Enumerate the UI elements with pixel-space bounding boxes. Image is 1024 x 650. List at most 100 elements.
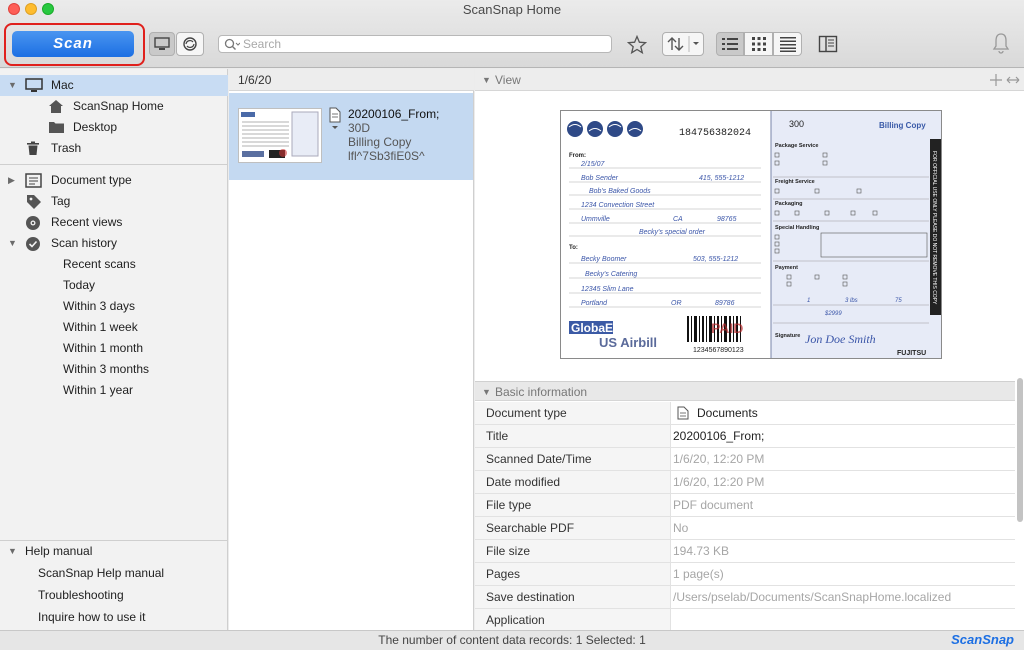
barcode-number: 1234567890123 <box>693 347 744 354</box>
document-file-icon <box>329 107 341 129</box>
notification-bell-icon[interactable] <box>991 32 1011 54</box>
info-value: /Users/pselab/Documents/ScanSnapHome.loc… <box>673 590 952 604</box>
thumbnail-view-icon <box>751 37 766 51</box>
info-row-scanned-date: Scanned Date/Time 1/6/20, 12:20 PM <box>475 448 1015 471</box>
computer-icon <box>154 37 170 50</box>
sidebar-item-inquire[interactable]: Inquire how to use it <box>0 607 228 628</box>
cloud-view-button[interactable] <box>176 32 204 56</box>
thumbnail-view-button[interactable] <box>744 32 773 56</box>
info-row-file-size: File size 194.73 KB <box>475 540 1015 563</box>
to-label: To: <box>569 245 578 251</box>
scan-button[interactable]: Scan <box>12 31 134 57</box>
title-bar: ScanSnap Home Scan <box>0 0 1024 68</box>
sidebar-divider <box>0 164 228 165</box>
sidebar-item-label: Desktop <box>73 120 118 134</box>
sidebar-item-troubleshooting[interactable]: Troubleshooting <box>0 585 228 606</box>
document-preview[interactable]: 184756382024 300 Billing Copy From: 2/15… <box>475 91 1024 379</box>
home-icon <box>49 100 63 113</box>
sidebar-item-scansnap-help-manual[interactable]: ScanSnap Help manual <box>0 563 228 584</box>
total-value: 75 <box>895 298 902 304</box>
tag-icon <box>27 195 41 209</box>
disclosure-triangle-icon[interactable]: ▼ <box>8 233 17 254</box>
view-header[interactable]: ▼ View <box>475 69 1024 91</box>
document-list-icon <box>25 173 42 188</box>
sidebar-item-tag[interactable]: Tag <box>0 191 228 212</box>
sidebar-item-label: Tag <box>51 194 71 208</box>
sidebar-item-label: ScanSnap Home <box>73 99 164 113</box>
sidebar-item-help-manual[interactable]: ▼ Help manual <box>0 541 228 562</box>
fujitsu-logo: FUJITSU <box>897 350 926 357</box>
sidebar-item-label: Within 3 months <box>63 362 150 376</box>
panel-icon[interactable] <box>818 34 838 54</box>
computer-icon <box>25 78 43 92</box>
info-value: 1/6/20, 12:20 PM <box>673 452 765 466</box>
sidebar-item-recent-views[interactable]: Recent views <box>0 212 228 233</box>
basic-info-header[interactable]: ▼ Basic information <box>475 381 1015 401</box>
from-name: Bob Sender <box>581 175 619 182</box>
sidebar-item-within-1-year[interactable]: Within 1 year <box>0 380 228 401</box>
star-icon[interactable] <box>627 35 647 55</box>
sidebar-item-label: Recent views <box>51 215 123 229</box>
window-title: ScanSnap Home <box>462 2 562 17</box>
sidebar-item-today[interactable]: Today <box>0 275 228 296</box>
special-handling-label: Special Handling <box>775 225 819 231</box>
info-row-application[interactable]: Application <box>475 609 1015 632</box>
sidebar-item-document-type[interactable]: ▶ Document type <box>0 170 228 191</box>
list-item[interactable]: 20200106_From; 30D Billing Copy lfl^7Sb3… <box>229 93 473 180</box>
info-row-document-type[interactable]: Document type Documents <box>475 402 1015 425</box>
title-value[interactable]: 20200106_From; <box>673 425 764 447</box>
info-key: File type <box>475 494 671 516</box>
disclosure-triangle-icon[interactable]: ▼ <box>482 382 491 402</box>
info-row-searchable-pdf: Searchable PDF No <box>475 517 1015 540</box>
scrollbar[interactable] <box>1015 376 1024 524</box>
list-view-button[interactable] <box>716 32 744 56</box>
total-charges: $2999 <box>824 311 842 317</box>
resize-icon[interactable] <box>1006 74 1020 86</box>
sidebar-item-scan-history[interactable]: ▼ Scan history <box>0 233 228 254</box>
disclosure-triangle-icon[interactable]: ▼ <box>8 75 17 96</box>
sidebar-item-scansnap-home[interactable]: ScanSnap Home <box>0 96 228 117</box>
document-thumbnail[interactable] <box>238 108 322 163</box>
search-field[interactable] <box>218 35 612 53</box>
freight-service-label: Freight Service <box>775 179 815 185</box>
info-row-title[interactable]: Title 20200106_From; <box>475 425 1015 448</box>
info-key: Date modified <box>475 471 671 493</box>
content-list: 1/6/20 20200106_From; 30D Billing Copy l… <box>229 69 474 630</box>
search-input[interactable] <box>243 37 603 51</box>
detail-view-button[interactable] <box>773 32 802 56</box>
sidebar-item-label: Document type <box>51 173 132 187</box>
disclosure-triangle-icon[interactable]: ▶ <box>8 170 15 191</box>
sidebar-item-within-3-days[interactable]: Within 3 days <box>0 296 228 317</box>
sidebar-item-label: Within 3 days <box>63 299 136 313</box>
sidebar-item-label: ScanSnap Help manual <box>38 566 165 580</box>
sidebar-item-label: Help manual <box>25 544 93 558</box>
sidebar-item-label: Scan history <box>51 236 118 250</box>
sort-button[interactable] <box>662 32 704 56</box>
scrollbar-thumb[interactable] <box>1017 378 1023 522</box>
info-value: 1/6/20, 12:20 PM <box>673 475 765 489</box>
to-name: Becky Boomer <box>581 256 627 263</box>
to-company: Becky's Catering <box>585 271 637 278</box>
info-key: Scanned Date/Time <box>475 448 671 470</box>
info-row-date-modified: Date modified 1/6/20, 12:20 PM <box>475 471 1015 494</box>
disclosure-triangle-icon[interactable]: ▼ <box>8 541 17 562</box>
sidebar: ▼ Mac ScanSnap Home Desktop Trash ▶ Docu… <box>0 69 228 630</box>
sidebar-item-recent-scans[interactable]: Recent scans <box>0 254 228 275</box>
to-zip: 89786 <box>715 300 735 307</box>
computer-view-button[interactable] <box>149 32 175 56</box>
sidebar-item-label: Mac <box>51 78 74 92</box>
sidebar-item-within-1-month[interactable]: Within 1 month <box>0 338 228 359</box>
status-bar: The number of content data records: 1 Se… <box>0 630 1024 650</box>
sidebar-item-within-3-months[interactable]: Within 3 months <box>0 359 228 380</box>
brand-logo: GlobaEX <box>571 321 621 335</box>
sidebar-item-trash[interactable]: Trash <box>0 138 228 159</box>
info-key: File size <box>475 540 671 562</box>
sidebar-item-desktop[interactable]: Desktop <box>0 117 228 138</box>
move-icon[interactable] <box>990 74 1002 86</box>
sidebar-item-mac[interactable]: ▼ Mac <box>0 75 228 96</box>
info-key: Pages <box>475 563 671 585</box>
disclosure-triangle-icon[interactable]: ▼ <box>482 69 491 91</box>
info-key: Searchable PDF <box>475 517 671 539</box>
from-phone: 415, 555-1212 <box>699 175 744 182</box>
sidebar-item-within-1-week[interactable]: Within 1 week <box>0 317 228 338</box>
